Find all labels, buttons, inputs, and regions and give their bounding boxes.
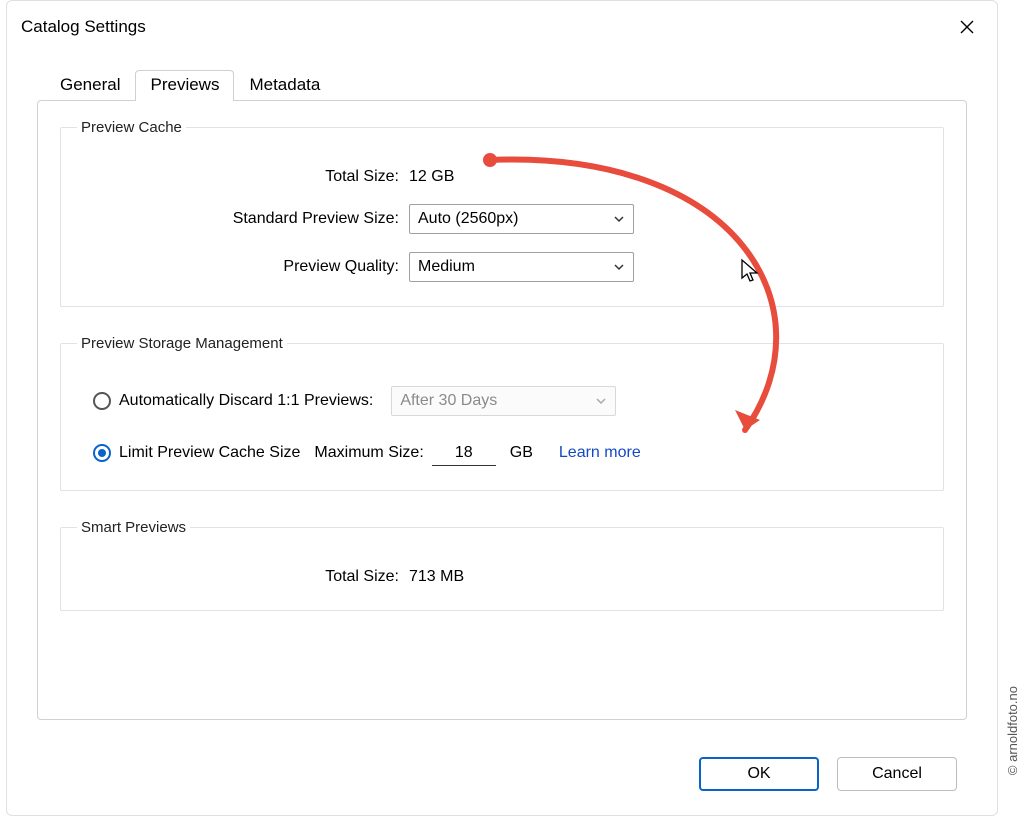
- label-limit-cache-size: Limit Preview Cache Size: [119, 444, 300, 462]
- value-smart-total-size: 713 MB: [409, 568, 464, 586]
- chevron-down-icon: [613, 261, 625, 273]
- group-preview-storage-management: Preview Storage Management Automatically…: [60, 335, 944, 491]
- close-button[interactable]: [951, 11, 983, 43]
- select-preview-quality[interactable]: Medium: [409, 252, 634, 282]
- label-standard-preview-size: Standard Preview Size:: [79, 210, 409, 228]
- label-smart-total-size: Total Size:: [79, 568, 409, 586]
- ok-button[interactable]: OK: [699, 757, 819, 791]
- tab-metadata[interactable]: Metadata: [234, 70, 335, 101]
- watermark: © arnoldfoto.no: [1005, 686, 1020, 775]
- group-legend-smart-previews: Smart Previews: [77, 519, 190, 536]
- label-auto-discard: Automatically Discard 1:1 Previews:: [119, 392, 373, 410]
- radio-auto-discard[interactable]: [93, 392, 111, 410]
- chevron-down-icon: [595, 395, 607, 407]
- close-icon: [960, 20, 974, 34]
- tabstrip: General Previews Metadata: [45, 69, 967, 100]
- link-learn-more[interactable]: Learn more: [559, 444, 641, 462]
- value-total-size: 12 GB: [409, 168, 454, 186]
- group-legend-storage: Preview Storage Management: [77, 335, 287, 352]
- titlebar: Catalog Settings: [7, 1, 997, 49]
- catalog-settings-dialog: Catalog Settings General Previews Metada…: [6, 0, 998, 816]
- select-value-standard-preview-size: Auto (2560px): [418, 210, 519, 228]
- input-maximum-size[interactable]: [432, 440, 496, 466]
- select-value-preview-quality: Medium: [418, 258, 475, 276]
- label-maximum-size: Maximum Size:: [314, 444, 423, 462]
- label-size-unit: GB: [510, 444, 533, 462]
- tab-general[interactable]: General: [45, 70, 135, 101]
- group-smart-previews: Smart Previews Total Size: 713 MB: [60, 519, 944, 611]
- label-preview-quality: Preview Quality:: [79, 258, 409, 276]
- dialog-title: Catalog Settings: [21, 17, 146, 37]
- chevron-down-icon: [613, 213, 625, 225]
- radio-limit-cache-size[interactable]: [93, 444, 111, 462]
- tab-previews[interactable]: Previews: [135, 70, 234, 101]
- cancel-button[interactable]: Cancel: [837, 757, 957, 791]
- label-total-size: Total Size:: [79, 168, 409, 186]
- group-preview-cache: Preview Cache Total Size: 12 GB Standard…: [60, 119, 944, 307]
- group-legend-preview-cache: Preview Cache: [77, 119, 186, 136]
- select-standard-preview-size[interactable]: Auto (2560px): [409, 204, 634, 234]
- select-auto-discard-duration: After 30 Days: [391, 386, 616, 416]
- dialog-footer: OK Cancel: [699, 757, 957, 791]
- select-value-auto-discard: After 30 Days: [400, 392, 497, 410]
- tabpanel-previews: Preview Cache Total Size: 12 GB Standard…: [37, 100, 967, 720]
